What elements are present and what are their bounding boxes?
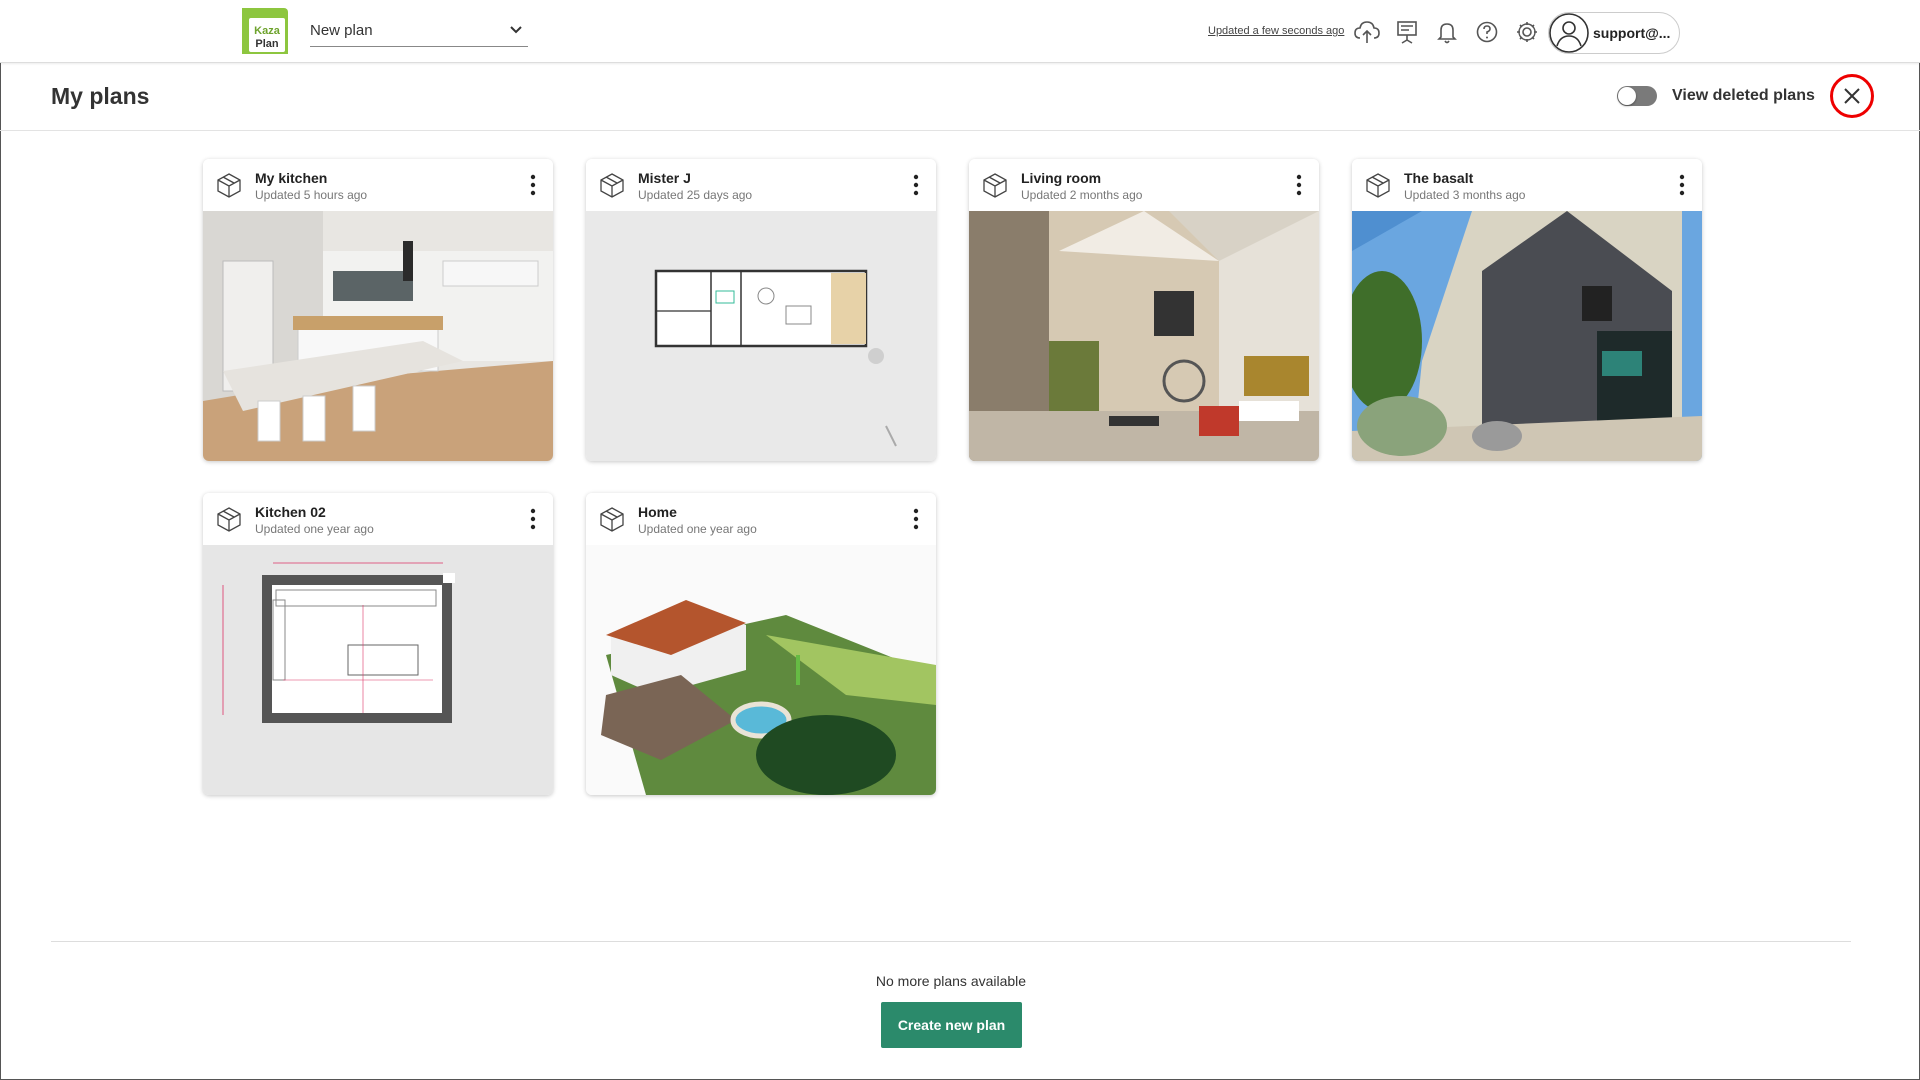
top-bar: Kaza Plan New plan Updated a few seconds… (0, 0, 1920, 63)
plan-cube-icon (983, 173, 1007, 198)
svg-text:Plan: Plan (255, 38, 279, 50)
plan-name: My kitchen (255, 170, 328, 186)
more-vert-icon[interactable] (1676, 173, 1688, 197)
user-menu-button[interactable]: support@... (1548, 12, 1680, 54)
plan-name: Living room (1021, 170, 1102, 186)
plan-cube-icon (600, 507, 624, 532)
more-vert-icon[interactable] (527, 507, 539, 531)
plan-card-header: Mister J Updated 25 days ago (586, 159, 936, 211)
plan-updated: Updated one year ago (255, 522, 374, 536)
plan-card-header: My kitchen Updated 5 hours ago (203, 159, 553, 211)
plan-updated: Updated one year ago (638, 522, 757, 536)
plan-name: The basalt (1404, 170, 1474, 186)
page-title: My plans (51, 83, 150, 109)
plan-thumbnail (969, 211, 1319, 461)
cloud-upload-icon[interactable] (1353, 18, 1381, 46)
page-header: My plans View deleted plans (0, 63, 1920, 131)
settings-icon[interactable] (1513, 18, 1541, 46)
plan-card-header: The basalt Updated 3 months ago (1352, 159, 1702, 211)
plan-updated: Updated 2 months ago (1021, 188, 1143, 202)
plan-card-header: Living room Updated 2 months ago (969, 159, 1319, 211)
plan-thumbnail (203, 211, 553, 461)
more-vert-icon[interactable] (527, 173, 539, 197)
view-deleted-toggle[interactable] (1617, 86, 1657, 106)
toggle-knob (1618, 87, 1636, 105)
view-deleted-label: View deleted plans (1672, 87, 1815, 104)
plan-card[interactable]: The basalt Updated 3 months ago (1352, 159, 1702, 461)
create-new-plan-button[interactable]: Create new plan (881, 1002, 1022, 1048)
plan-name: Home (638, 504, 677, 520)
plan-thumbnail (586, 211, 936, 461)
no-more-plans-text: No more plans available (875, 973, 1027, 989)
plan-card[interactable]: My kitchen Updated 5 hours ago (203, 159, 553, 461)
close-button[interactable] (1830, 74, 1874, 118)
plan-cube-icon (217, 507, 241, 532)
more-vert-icon[interactable] (1293, 173, 1305, 197)
avatar-icon (1549, 13, 1589, 53)
plan-updated: Updated 25 days ago (638, 188, 753, 202)
last-saved-link[interactable]: Updated a few seconds ago (1208, 25, 1344, 37)
plan-cube-icon (1366, 173, 1390, 198)
more-vert-icon[interactable] (910, 507, 922, 531)
plan-select-value: New plan (310, 22, 373, 39)
more-vert-icon[interactable] (910, 173, 922, 197)
plan-thumbnail (203, 545, 553, 795)
user-name: support@... (1593, 25, 1671, 41)
plan-card[interactable]: Kitchen 02 Updated one year ago (203, 493, 553, 795)
plan-card-header: Kitchen 02 Updated one year ago (203, 493, 553, 545)
plan-cube-icon (217, 173, 241, 198)
plan-name: Mister J (638, 170, 691, 186)
kazaplan-logo[interactable]: Kaza Plan (240, 6, 290, 56)
plan-card[interactable]: Living room Updated 2 months ago (969, 159, 1319, 461)
plan-cube-icon (600, 173, 624, 198)
presentation-icon[interactable] (1393, 18, 1421, 46)
svg-text:Kaza: Kaza (254, 25, 281, 37)
plan-updated: Updated 5 hours ago (255, 188, 368, 202)
help-icon[interactable] (1473, 18, 1501, 46)
list-end-divider (51, 941, 1851, 942)
plan-card[interactable]: Home Updated one year ago (586, 493, 936, 795)
plan-updated: Updated 3 months ago (1404, 188, 1526, 202)
plan-card[interactable]: Mister J Updated 25 days ago (586, 159, 936, 461)
plan-select[interactable]: New plan (310, 18, 528, 47)
plan-thumbnail (1352, 211, 1702, 461)
plan-name: Kitchen 02 (255, 504, 326, 520)
plan-card-header: Home Updated one year ago (586, 493, 936, 545)
bell-icon[interactable] (1433, 18, 1461, 46)
plan-thumbnail (586, 545, 936, 795)
chevron-down-icon (510, 26, 522, 34)
close-icon (1844, 88, 1860, 104)
